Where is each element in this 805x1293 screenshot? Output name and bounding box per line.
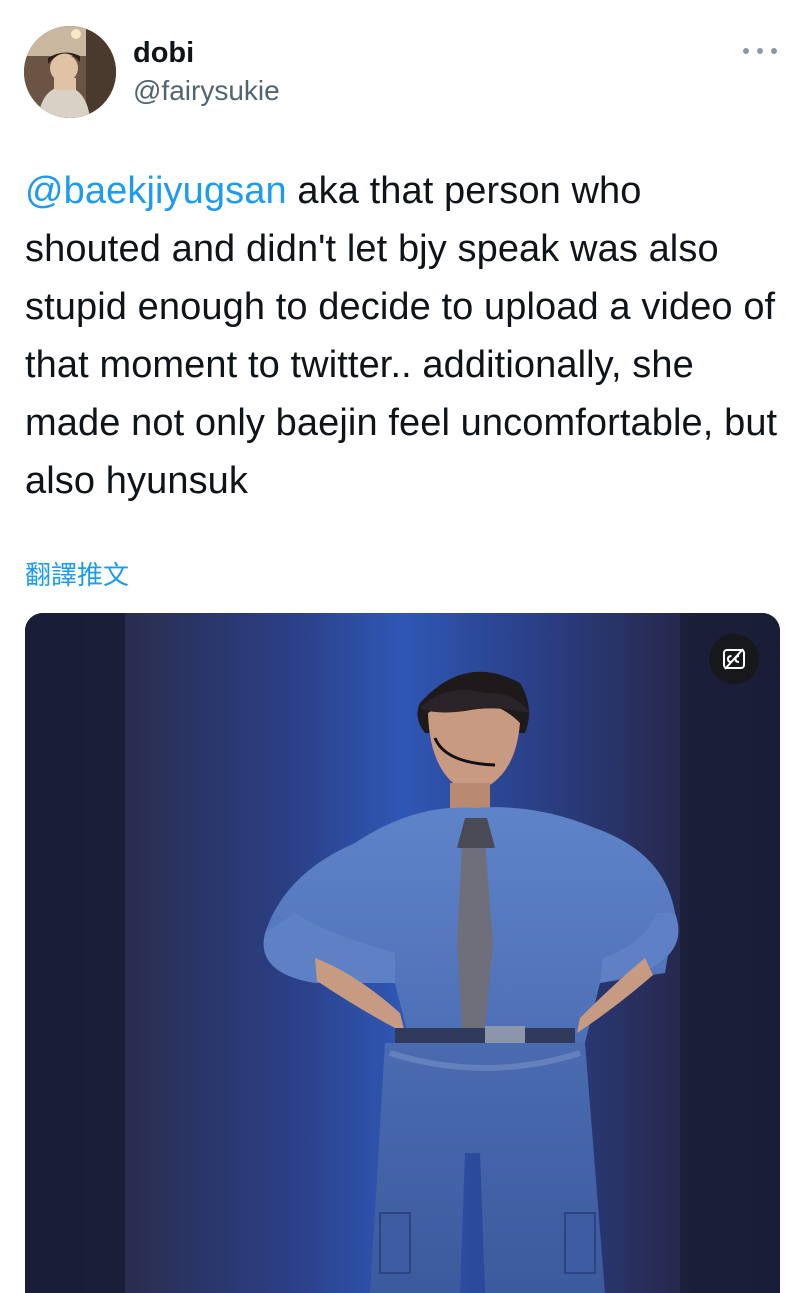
avatar[interactable] [24, 26, 116, 118]
more-dot [743, 48, 749, 54]
more-options-icon[interactable] [743, 38, 777, 64]
tweet-text: @baekjiyugsan aka that person who shoute… [25, 162, 785, 510]
video-media[interactable] [25, 613, 780, 1293]
mention-link[interactable]: @baekjiyugsan [25, 170, 287, 212]
author-handle[interactable]: @fairysukie [133, 74, 280, 108]
more-dot [757, 48, 763, 54]
more-dot [771, 48, 777, 54]
tweet-card: dobi @fairysukie @baekjiyugsan aka that … [0, 0, 805, 1293]
avatar-image [24, 26, 116, 118]
translate-tweet-link[interactable]: 翻譯推文 [25, 558, 129, 592]
video-frame [25, 613, 780, 1293]
tweet-body: aka that person who shouted and didn't l… [25, 170, 778, 502]
cc-glyph [723, 648, 745, 670]
author-display-name[interactable]: dobi [133, 36, 194, 70]
closed-captions-icon[interactable] [709, 634, 759, 684]
